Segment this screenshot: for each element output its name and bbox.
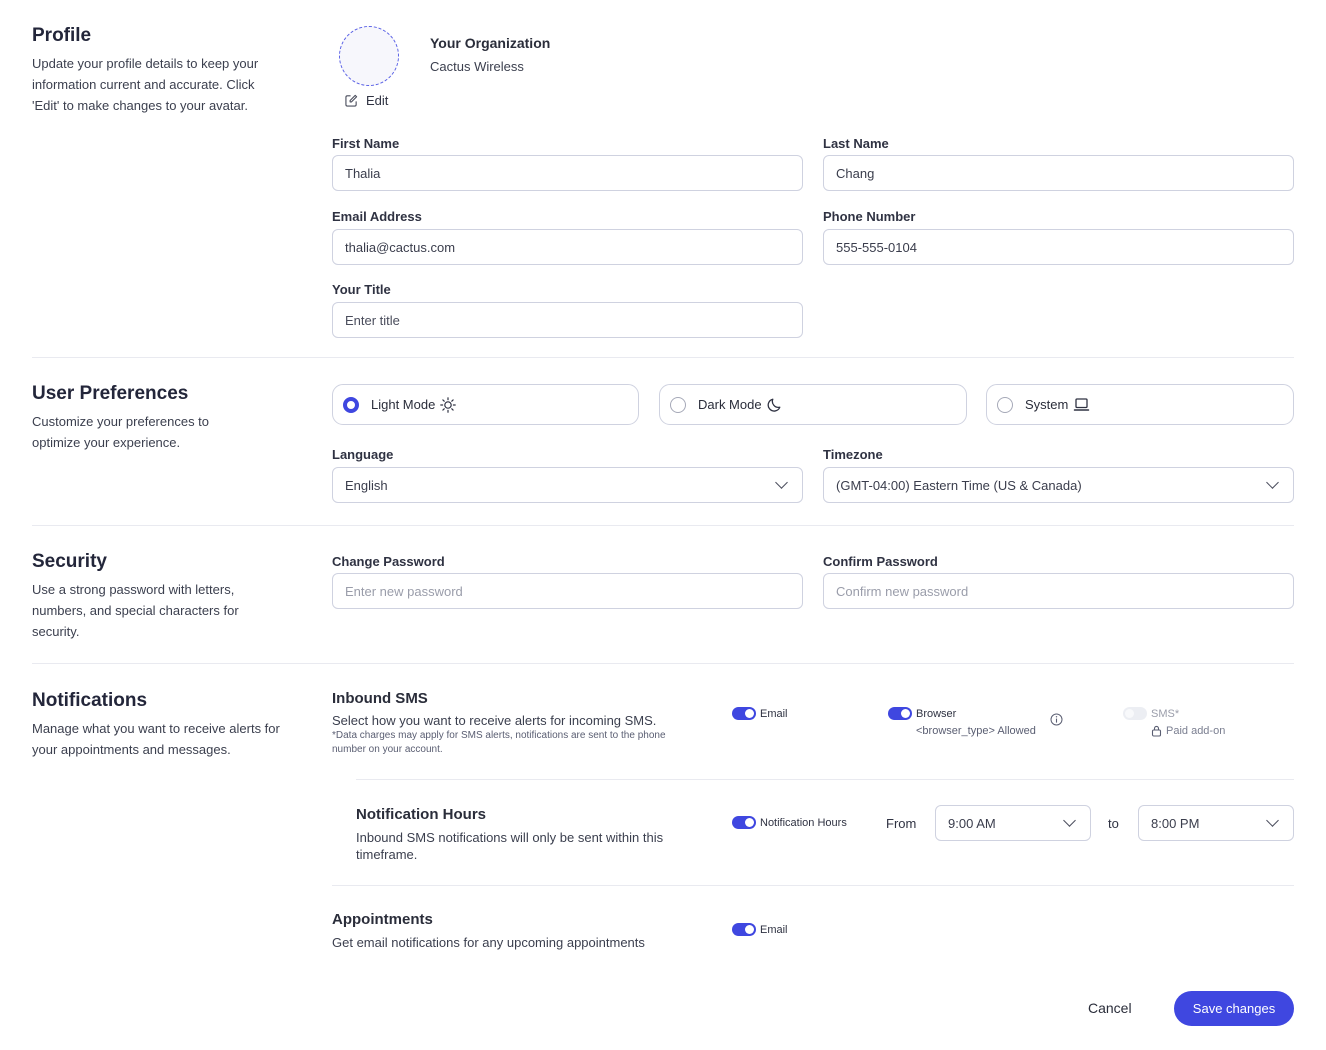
moon-icon <box>767 398 781 412</box>
inbound-sms-label: SMS* <box>1151 707 1180 720</box>
subsection-divider <box>332 885 1294 886</box>
notification-hours-toggle-label: Notification Hours <box>760 816 847 829</box>
timezone-label: Timezone <box>823 447 883 462</box>
appointments-email-toggle-row[interactable]: Email <box>732 923 788 936</box>
paid-addon-label: Paid add-on <box>1166 725 1226 737</box>
chevron-down-icon <box>1063 814 1076 827</box>
subsection-divider <box>356 779 1294 780</box>
system-mode-radio[interactable] <box>997 396 1013 413</box>
inbound-email-toggle[interactable] <box>732 707 756 720</box>
title-label: Your Title <box>332 282 391 297</box>
appointments-email-label: Email <box>760 923 788 936</box>
language-select[interactable]: English <box>332 467 803 503</box>
info-icon[interactable] <box>1050 713 1063 726</box>
last-name-field[interactable]: Chang <box>823 155 1294 191</box>
chevron-down-icon <box>775 476 788 489</box>
phone-label: Phone Number <box>823 209 916 224</box>
timezone-select[interactable]: (GMT-04:00) Eastern Time (US & Canada) <box>823 467 1294 503</box>
laptop-icon <box>1074 397 1090 411</box>
section-divider <box>32 357 1294 358</box>
inbound-email-label: Email <box>760 707 788 720</box>
email-field[interactable]: thalia@cactus.com <box>332 229 803 265</box>
system-mode-label: System <box>1025 397 1069 412</box>
from-label: From <box>886 816 917 831</box>
cancel-button[interactable]: Cancel <box>1088 1000 1132 1016</box>
dark-mode-label: Dark Mode <box>698 397 762 412</box>
system-mode-option[interactable]: System <box>986 384 1294 425</box>
notifications-description: Manage what you want to receive alerts f… <box>32 721 280 757</box>
to-label: to <box>1108 816 1119 831</box>
title-field[interactable]: Enter title <box>332 302 803 338</box>
inbound-sms-description: Select how you want to receive alerts fo… <box>332 713 657 728</box>
lock-icon <box>1151 725 1162 737</box>
appointments-email-toggle[interactable] <box>732 923 756 936</box>
to-time-select[interactable]: 8:00 PM <box>1138 805 1294 841</box>
language-value: English <box>345 477 388 493</box>
appointments-title: Appointments <box>332 911 433 928</box>
inbound-browser-label: Browser <box>916 707 957 720</box>
notification-hours-toggle[interactable] <box>732 816 756 829</box>
security-title: Security <box>32 551 107 572</box>
notifications-title: Notifications <box>32 690 148 711</box>
edit-label: Edit <box>366 93 389 108</box>
from-time-select[interactable]: 9:00 AM <box>935 805 1091 841</box>
timezone-value: (GMT-04:00) Eastern Time (US & Canada) <box>836 477 1082 493</box>
inbound-browser-toggle-row[interactable]: Browser <box>888 707 956 720</box>
last-name-label: Last Name <box>823 136 889 151</box>
phone-field[interactable]: 555-555-0104 <box>823 229 1294 265</box>
avatar <box>339 26 399 86</box>
browser-permission-status: <browser_type> Allowed <box>916 725 1036 737</box>
save-changes-button[interactable]: Save changes <box>1174 991 1294 1026</box>
security-description: Use a strong password with letters, numb… <box>32 582 239 639</box>
first-name-label: First Name <box>332 136 400 151</box>
sun-icon <box>440 396 457 413</box>
confirm-password-field[interactable]: Confirm new password <box>823 573 1294 609</box>
email-label: Email Address <box>332 209 422 224</box>
notification-hours-description: Inbound SMS notifications will only be s… <box>356 830 664 862</box>
edit-icon <box>345 94 358 107</box>
section-divider <box>32 525 1294 526</box>
notification-hours-toggle-row[interactable]: Notification Hours <box>732 816 847 829</box>
to-time-value: 8:00 PM <box>1151 815 1200 831</box>
new-password-field[interactable]: Enter new password <box>332 573 803 609</box>
dark-mode-radio[interactable] <box>670 396 686 413</box>
profile-title: Profile <box>32 25 92 46</box>
inbound-email-toggle-row[interactable]: Email <box>732 707 788 720</box>
edit-avatar-button[interactable]: Edit <box>345 93 388 108</box>
first-name-field[interactable]: Thalia <box>332 155 803 191</box>
organization-name: Cactus Wireless <box>430 59 524 74</box>
change-password-label: Change Password <box>332 554 445 569</box>
organization-title: Your Organization <box>430 35 551 51</box>
preferences-title: User Preferences <box>32 383 189 404</box>
chevron-down-icon <box>1266 814 1279 827</box>
paid-addon-badge: Paid add-on <box>1151 725 1225 737</box>
notification-hours-title: Notification Hours <box>356 806 486 823</box>
light-mode-option[interactable]: Light Mode <box>332 384 639 425</box>
confirm-password-label: Confirm Password <box>823 554 938 569</box>
preferences-description: Customize your preferences to optimize y… <box>32 414 210 450</box>
light-mode-radio[interactable] <box>343 396 359 413</box>
appointments-description: Get email notifications for any upcoming… <box>332 935 645 950</box>
language-label: Language <box>332 447 394 462</box>
inbound-sms-title: Inbound SMS <box>332 690 428 707</box>
profile-description: Update your profile details to keep your… <box>32 56 259 113</box>
inbound-sms-note: *Data charges may apply for SMS alerts, … <box>332 730 666 755</box>
chevron-down-icon <box>1266 476 1279 489</box>
light-mode-label: Light Mode <box>371 397 436 412</box>
section-divider <box>32 663 1294 664</box>
inbound-sms-toggle-row: SMS* <box>1123 707 1179 720</box>
from-time-value: 9:00 AM <box>948 815 996 831</box>
inbound-browser-toggle[interactable] <box>888 707 912 720</box>
inbound-sms-toggle <box>1123 707 1147 720</box>
dark-mode-option[interactable]: Dark Mode <box>659 384 967 425</box>
